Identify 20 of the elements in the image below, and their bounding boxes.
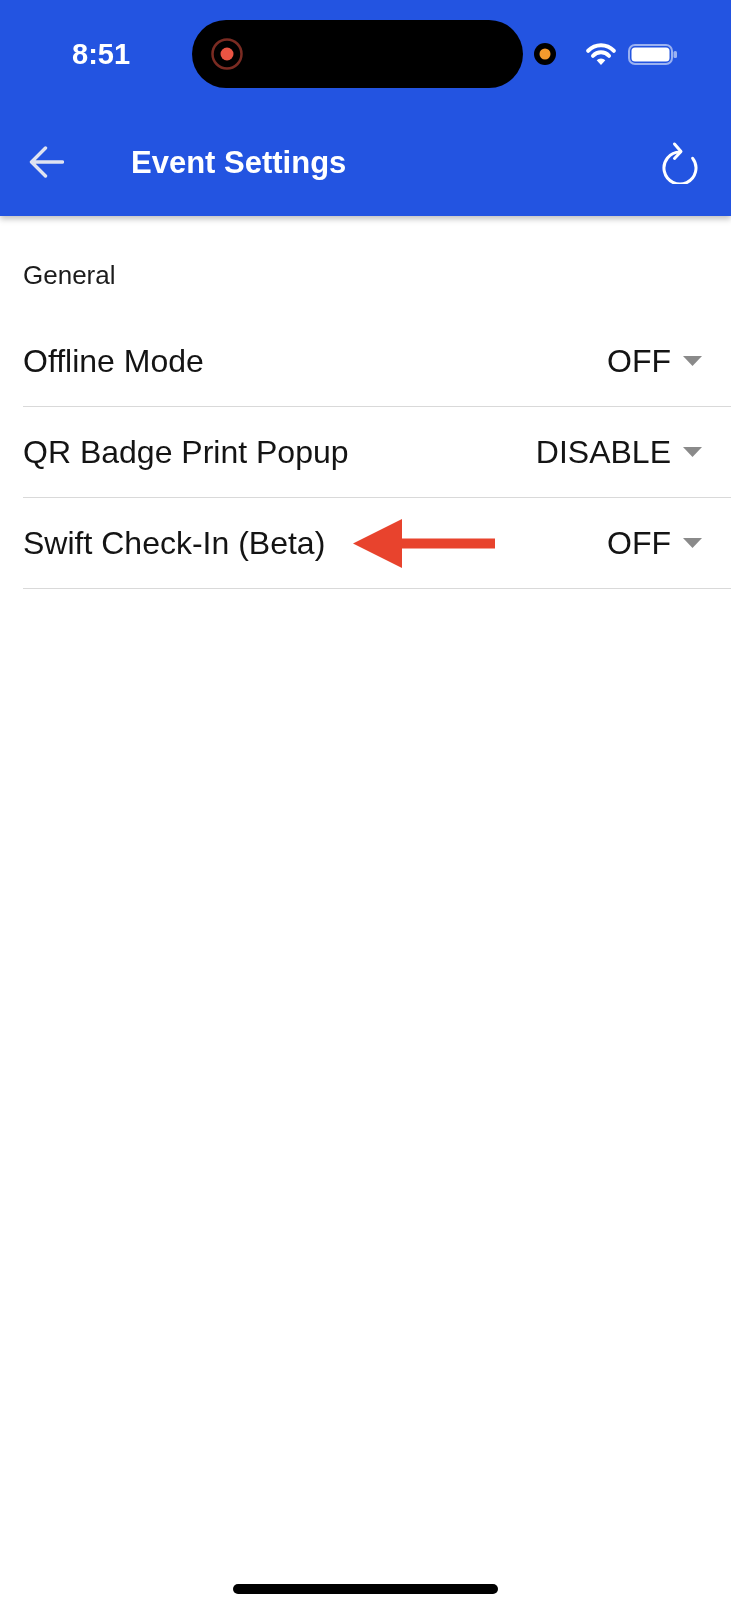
back-arrow-icon [29, 146, 64, 178]
setting-dropdown[interactable]: OFF [607, 527, 702, 559]
page-title: Event Settings [131, 146, 347, 178]
setting-label: Swift Check-In (Beta) [23, 527, 326, 559]
status-time: 8:51 [72, 39, 131, 69]
recording-indicator-icon [211, 38, 243, 70]
wifi-icon [586, 43, 616, 65]
back-button[interactable] [29, 146, 64, 178]
setting-dropdown[interactable]: OFF [607, 345, 702, 377]
caret-icon [683, 447, 702, 457]
caret-icon [683, 356, 702, 366]
refresh-button[interactable] [662, 140, 698, 184]
indicator-dot-icon [534, 43, 556, 65]
setting-label: Offline Mode [23, 345, 204, 377]
setting-dropdown[interactable]: DISABLE [535, 436, 702, 468]
setting-label: QR Badge Print Popup [23, 436, 349, 468]
battery-icon [628, 43, 677, 65]
refresh-icon [662, 140, 698, 184]
section-title: General [23, 260, 116, 290]
caret-icon [683, 538, 702, 548]
